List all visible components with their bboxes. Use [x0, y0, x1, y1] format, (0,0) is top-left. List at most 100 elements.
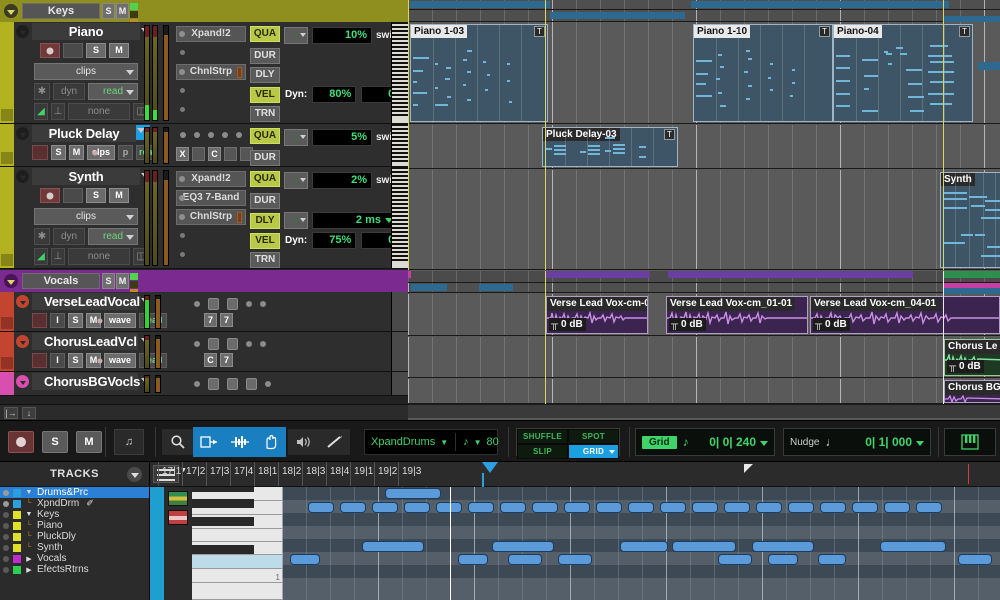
delay-tag[interactable]: DLY — [250, 67, 280, 83]
duration-tag[interactable]: DUR — [250, 193, 280, 209]
track-enable-dot[interactable] — [3, 534, 9, 540]
pan-indicator[interactable]: p — [118, 145, 133, 160]
pencil-icon[interactable]: ✐ — [86, 498, 94, 509]
mute-all-button[interactable]: M — [76, 431, 102, 453]
delay-tag[interactable]: DLY — [250, 213, 280, 229]
clip-piano-04[interactable]: Piano-04 T — [833, 24, 973, 122]
group-solo-button[interactable]: S — [102, 3, 115, 19]
send-slots-row[interactable] — [194, 378, 271, 390]
midi-note[interactable] — [672, 541, 736, 552]
record-enable-button[interactable] — [32, 313, 47, 328]
clip-synth[interactable]: Synth — [940, 172, 1000, 268]
instrument-selector[interactable]: XpandDrums ▼ ♪ ▼ 80 — [364, 429, 498, 455]
grabber-tool[interactable] — [255, 429, 286, 455]
insert-slot-e[interactable] — [176, 102, 246, 118]
send-slot-2[interactable]: 7 — [220, 313, 233, 327]
expand-icon[interactable]: ↓ — [22, 407, 36, 419]
quantize-value[interactable]: 5% — [312, 129, 372, 146]
insert-slot-c[interactable]: ChnlStrp — [176, 209, 246, 225]
track-enable-dot[interactable] — [3, 556, 9, 562]
vocals-automation-lane[interactable] — [408, 283, 1000, 293]
record-enable-button[interactable] — [32, 145, 48, 160]
grid-value[interactable]: 0| 0| 240 — [709, 435, 768, 449]
playlist-selector[interactable]: clps — [87, 145, 115, 160]
quantize-note-value[interactable]: ♪ — [284, 129, 308, 146]
volume-fader[interactable] — [163, 127, 169, 164]
track-collapse-arrow-icon[interactable] — [16, 127, 29, 140]
insert-slot-d[interactable] — [176, 228, 246, 244]
midi-note[interactable] — [558, 554, 592, 565]
solo-button[interactable]: S — [86, 188, 106, 203]
tools-group[interactable] — [162, 425, 350, 459]
output-assignment[interactable]: none — [68, 103, 130, 120]
playlist-selector[interactable]: wave — [104, 313, 136, 328]
midi-note[interactable] — [620, 541, 668, 552]
automation-row[interactable]: ✱ dyn read — [34, 228, 138, 245]
send-slot-2[interactable]: 7 — [220, 353, 233, 367]
delay-value[interactable]: 2 ms — [312, 212, 398, 229]
playlist-selector[interactable]: clips — [34, 63, 138, 80]
track-enable-dot[interactable] — [3, 501, 9, 507]
expand-arrow-right-icon[interactable]: ▶ — [25, 566, 33, 574]
track-list-item[interactable]: ▶EfectsRtrns — [0, 564, 149, 575]
slip-mode[interactable]: SLIP — [517, 444, 568, 459]
header-footer-controls[interactable]: |→ ↓ — [0, 404, 408, 420]
clip-verse-lead-vox-cm-01-01[interactable]: Verse Lead Vox-cm_01-01 0 dB — [666, 296, 808, 334]
track-collapse-arrow-icon[interactable] — [16, 375, 29, 388]
midi-note[interactable] — [508, 554, 542, 565]
record-enable-button[interactable] — [40, 43, 60, 58]
expand-arrow-down-icon[interactable]: ▼ — [25, 489, 33, 496]
output-assignment[interactable]: none — [68, 248, 130, 265]
solo-all-button[interactable]: S — [42, 431, 68, 453]
quantize-tag[interactable]: QUA — [250, 128, 280, 144]
midi-note[interactable] — [362, 541, 424, 552]
send-slot-blank2[interactable] — [224, 147, 237, 161]
track-collapse-arrow-icon[interactable] — [16, 335, 29, 348]
transpose-tag[interactable]: TRN — [250, 106, 280, 122]
edit-mode-selector[interactable]: SHUFFLE SPOT SLIP GRID — [516, 428, 620, 456]
tracks-list-rows[interactable]: ▼Drums&Prc└XpndDrm✐▼Keys└Piano└PluckDly└… — [0, 487, 149, 575]
automation-segment[interactable] — [978, 62, 1000, 70]
midi-note[interactable] — [880, 541, 946, 552]
clip-gain[interactable]: 0 dB — [669, 318, 706, 331]
midi-note[interactable] — [820, 502, 846, 513]
quantize-note-value[interactable]: ♪ — [284, 172, 308, 189]
send-slot-1[interactable]: C — [204, 353, 217, 367]
track-color-swatch[interactable] — [13, 544, 21, 552]
track-header-chorusbgvocls[interactable]: ChorusBGVocls — [0, 372, 408, 396]
track-transport-buttons[interactable]: S M — [40, 188, 129, 203]
edit-mode-group[interactable]: SHUFFLE SPOT SLIP GRID — [516, 425, 620, 459]
pencil-tool[interactable] — [319, 429, 350, 455]
clip-swatch-2[interactable] — [168, 510, 188, 525]
vocals-group-lane[interactable] — [408, 271, 1000, 283]
track-name-verseleadvocal[interactable]: VerseLeadVocal — [32, 293, 138, 310]
midi-note[interactable] — [756, 502, 782, 513]
synth-track-lane[interactable]: Synth — [408, 170, 1000, 270]
clip-verse-lead-vox-cm-0[interactable]: Verse Lead Vox-cm-0 0 dB — [546, 296, 648, 334]
transpose-tag[interactable]: TRN — [250, 252, 280, 268]
volume-fader[interactable] — [155, 375, 161, 393]
midi-note[interactable] — [692, 502, 718, 513]
track-enable-dot[interactable] — [3, 545, 9, 551]
track-list-item[interactable]: ▼Drums&Prc — [0, 487, 149, 498]
automation-snapshot-icon[interactable]: ✱ — [34, 228, 50, 245]
send-assign-row[interactable]: 7 7 — [204, 313, 233, 327]
automation-row[interactable]: ✱ dyn read — [34, 83, 138, 100]
nudge-note-icon[interactable]: ♩ — [825, 435, 837, 449]
midi-note[interactable] — [308, 502, 334, 513]
volume-fader[interactable] — [163, 25, 169, 121]
scrubber-icon[interactable] — [288, 429, 319, 455]
insert-slot-b[interactable] — [176, 45, 246, 61]
clip-gain[interactable]: 0 dB — [813, 318, 850, 331]
midi-note[interactable] — [884, 502, 910, 513]
track-name-chorusleadvcl[interactable]: ChorusLeadVcl — [32, 333, 138, 350]
shuffle-mode[interactable]: SHUFFLE — [517, 429, 568, 444]
track-enable-dot[interactable] — [3, 490, 9, 496]
edit-toolbar[interactable]: S M ♫ — [0, 420, 1000, 462]
send-slot-blank1[interactable] — [192, 147, 205, 161]
midi-note[interactable] — [385, 488, 441, 499]
clip-verse-lead-vox-cm-04-01[interactable]: Verse Lead Vox-cm_04-01 0 dB — [810, 296, 1000, 334]
duration-tag[interactable]: DUR — [250, 150, 280, 166]
track-enable-dot[interactable] — [3, 567, 9, 573]
track-header-chorusleadvcl[interactable]: ChorusLeadVcl I S M wave read — [0, 332, 408, 372]
